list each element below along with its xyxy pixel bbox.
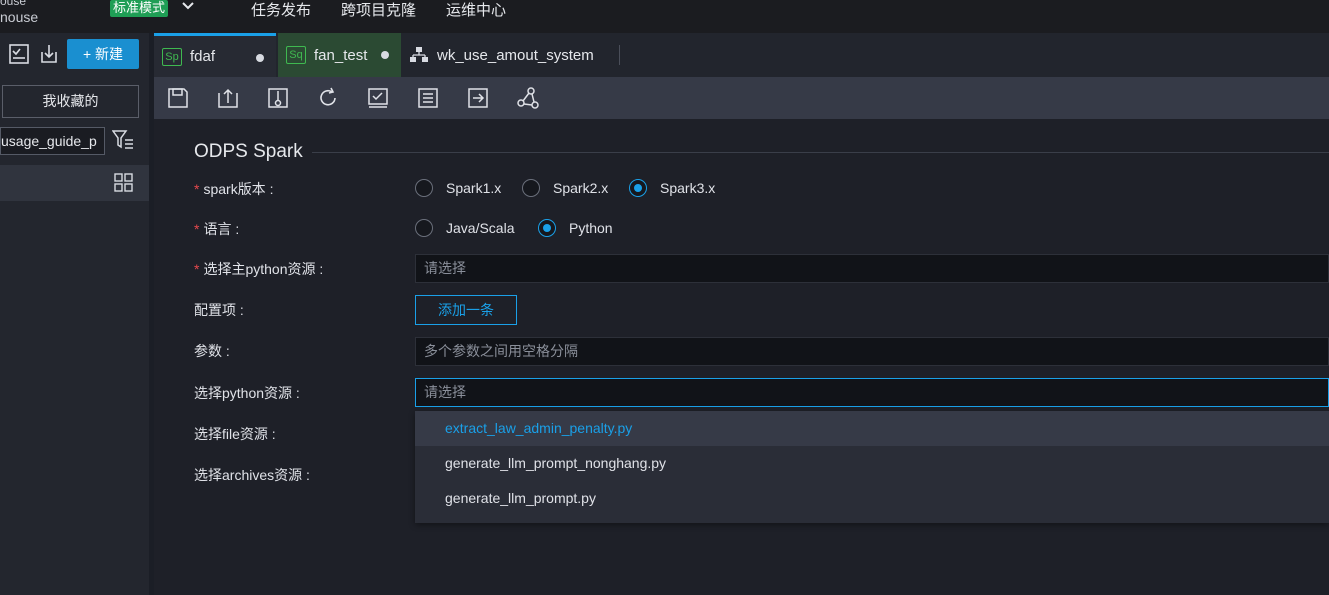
params-label: 参数 : [194, 343, 230, 359]
lineage-icon[interactable] [517, 87, 539, 109]
section-divider [312, 152, 1329, 153]
radio-checked-icon [538, 219, 556, 237]
tab-fan-test[interactable]: Sq fan_test [278, 33, 401, 77]
editor-toolbar [154, 77, 1329, 119]
main-resource-label: * 选择主python资源 : [194, 261, 324, 277]
file-resource-label: 选择file资源 : [194, 426, 276, 442]
filter-icon[interactable] [112, 129, 134, 151]
export-icon[interactable] [467, 87, 489, 109]
section-title: ODPS Spark [194, 141, 303, 162]
new-button[interactable]: + 新建 [67, 39, 139, 69]
tab-bar: Sp fdaf Sq fan_test wk_use_amout_system [154, 33, 1329, 77]
grid-icon[interactable] [114, 173, 133, 192]
radio-circle-icon [415, 219, 433, 237]
save-icon[interactable] [167, 87, 189, 109]
radio-spark1[interactable]: Spark1.x [415, 179, 501, 197]
main-panel: Sp fdaf Sq fan_test wk_use_amout_system [154, 33, 1329, 595]
tab-label: fan_test [314, 46, 368, 64]
radio-java-scala[interactable]: Java/Scala [415, 219, 514, 237]
params-input[interactable]: 多个参数之间用空格分隔 [415, 337, 1329, 366]
tab-fdaf[interactable]: Sp fdaf [154, 33, 276, 77]
tab-label: wk_use_amout_system [437, 46, 594, 64]
required-mark: * [194, 181, 200, 197]
sidebar-selected-row[interactable] [0, 165, 149, 201]
radio-circle-icon [522, 179, 540, 197]
spark-tag-icon: Sp [162, 47, 182, 66]
dropdown-option[interactable]: extract_law_admin_penalty.py [415, 411, 1329, 446]
mode-badge[interactable]: 标准模式 [110, 0, 169, 17]
archives-resource-label: 选择archives资源 : [194, 467, 310, 483]
tab-wk-use-amout-system[interactable]: wk_use_amout_system [410, 33, 620, 77]
spark-version-label: * spark版本 : [194, 181, 274, 197]
deploy-icon[interactable] [267, 87, 289, 109]
unsaved-dot-icon [256, 54, 264, 62]
radio-spark2[interactable]: Spark2.x [522, 179, 608, 197]
config-label: 配置项 : [194, 302, 244, 318]
dropdown-option[interactable]: generate_llm_prompt_nonghang.py [415, 446, 1329, 481]
chevron-down-icon[interactable] [180, 0, 196, 14]
sidebar: + 新建 我收藏的 usage_guide_p [0, 33, 149, 595]
nav-task-publish[interactable]: 任务发布 [251, 0, 311, 20]
dropdown-option[interactable]: generate_llm_prompt.py [415, 481, 1329, 516]
radio-python[interactable]: Python [538, 219, 613, 237]
check-icon[interactable] [367, 87, 389, 109]
unsaved-dot-icon [381, 51, 389, 59]
tab-label: fdaf [190, 48, 216, 65]
python-resource-select[interactable]: 请选择 [415, 378, 1329, 407]
workspace-name-top: ouse [0, 0, 27, 8]
document-icon[interactable] [417, 87, 439, 109]
workspace-name: nouse [0, 9, 39, 25]
radio-spark3[interactable]: Spark3.x [629, 179, 715, 197]
tab-divider [619, 45, 620, 65]
nav-ops-center[interactable]: 运维中心 [446, 0, 506, 20]
top-nav: 任务发布 跨项目克隆 运维中心 [251, 0, 506, 20]
favorites-button[interactable]: 我收藏的 [2, 85, 139, 118]
python-resource-label: 选择python资源 : [194, 385, 300, 401]
main-resource-select[interactable]: 请选择 [415, 254, 1329, 283]
workflow-icon [410, 47, 428, 62]
import-icon[interactable] [38, 43, 60, 65]
radio-circle-icon [415, 179, 433, 197]
upload-icon[interactable] [217, 87, 239, 109]
radio-checked-icon [629, 179, 647, 197]
sidebar-search-input[interactable]: usage_guide_p [0, 127, 105, 155]
language-label: * 语言 : [194, 221, 240, 237]
top-header: ouse nouse 标准模式 任务发布 跨项目克隆 运维中心 [0, 0, 1329, 33]
checklist-icon[interactable] [8, 43, 30, 65]
nav-cross-project-clone[interactable]: 跨项目克隆 [341, 0, 416, 20]
refresh-icon[interactable] [317, 87, 339, 109]
required-mark: * [194, 221, 200, 237]
sql-tag-icon: Sq [286, 46, 306, 64]
sidebar-toolbar: + 新建 [0, 39, 149, 69]
python-resource-dropdown: extract_law_admin_penalty.py generate_ll… [415, 411, 1329, 523]
required-mark: * [194, 261, 200, 277]
add-config-button[interactable]: 添加一条 [415, 295, 517, 325]
